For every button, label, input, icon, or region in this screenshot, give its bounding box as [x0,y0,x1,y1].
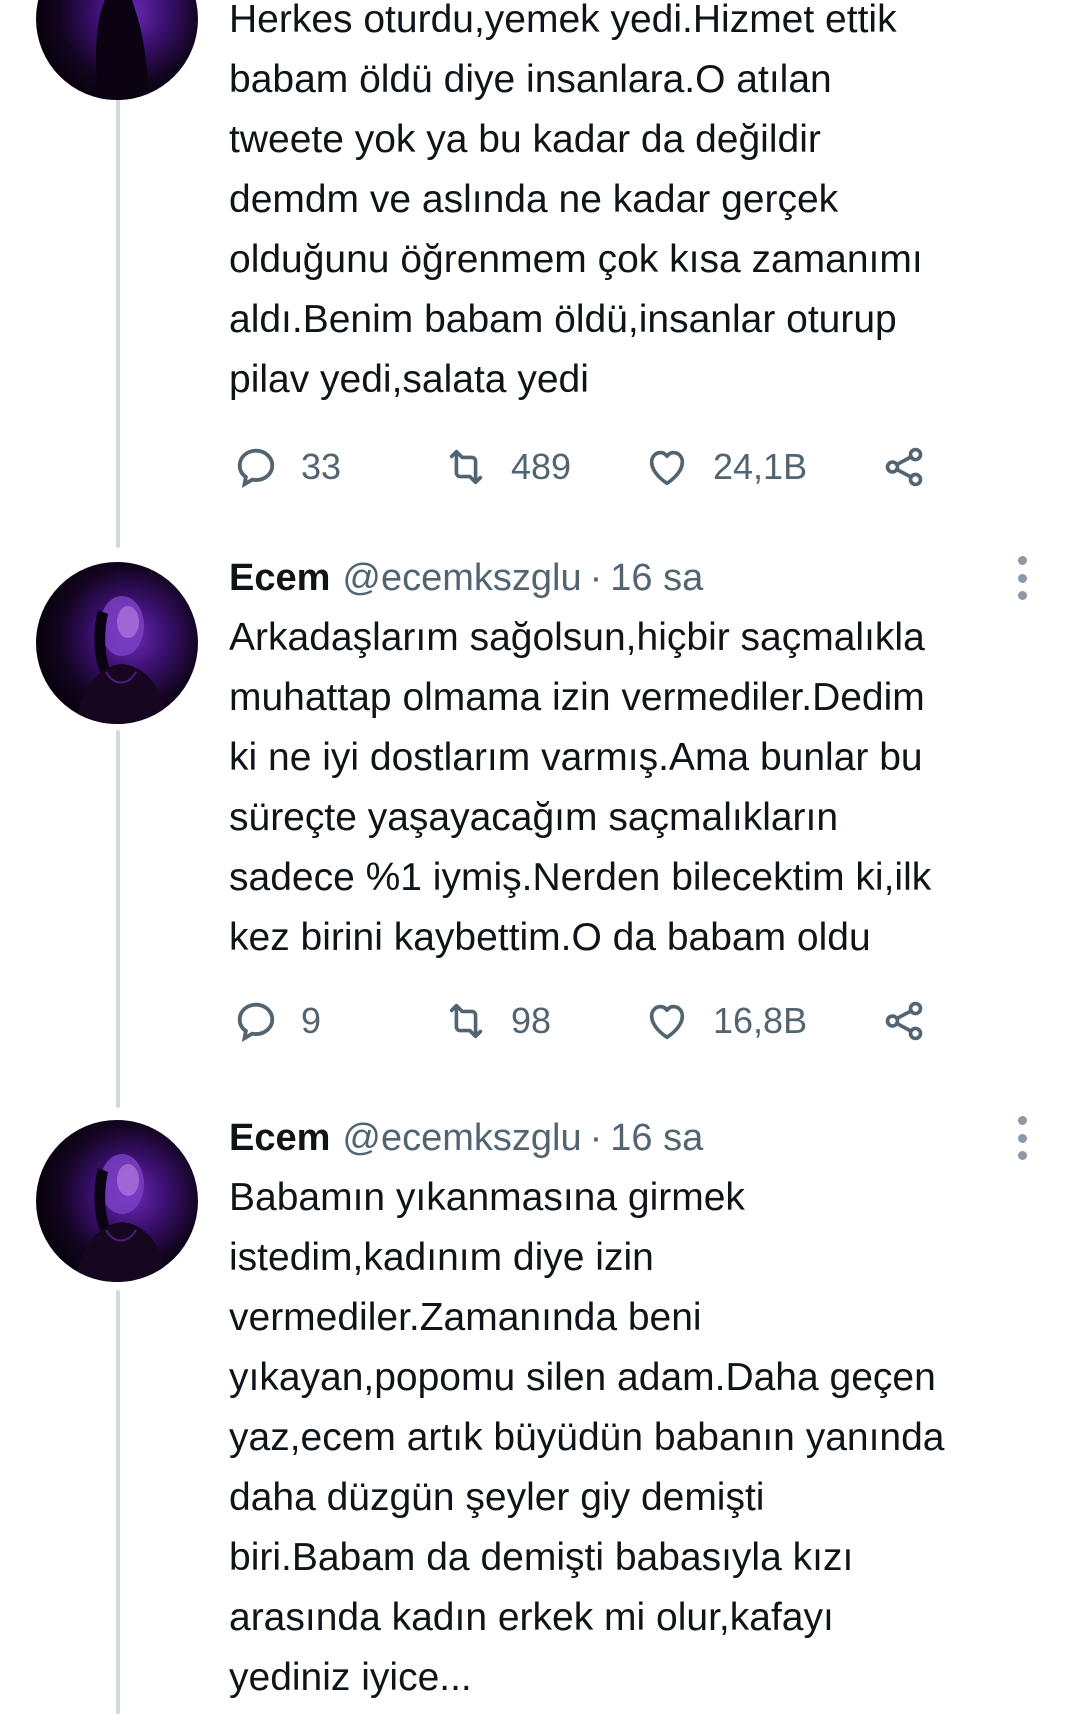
more-vertical-icon[interactable] [1010,556,1034,600]
tweet-actions: 33 489 24,1B [233,440,933,494]
thread-line [116,1290,120,1714]
thread-line [116,98,120,548]
heart-icon [649,450,685,486]
retweet-button[interactable]: 489 [443,440,571,494]
separator-dot: · [589,1116,603,1159]
retweet-count: 98 [511,1000,552,1041]
author-handle[interactable]: @ecemkszglu [342,557,581,600]
timestamp[interactable]: 16 sa [610,557,703,600]
timestamp[interactable]: 16 sa [610,1117,703,1160]
retweet-count: 489 [511,446,572,487]
tweet-actions: 9 98 16,8B [233,994,933,1048]
share-button[interactable] [881,440,927,494]
share-icon [885,447,923,487]
reply-count: 33 [301,446,342,487]
reply-icon [237,448,275,489]
heart-icon [649,1004,685,1040]
tweet-text: Herkes oturdu,yemek yedi.Hizmet ettik ba… [229,0,923,401]
tweet-text: Arkadaşlarım sağolsun,hiçbir saçmalıkla … [229,616,932,959]
avatar[interactable] [36,1120,198,1282]
author-handle[interactable]: @ecemkszglu [342,1117,581,1160]
reply-button[interactable]: 9 [233,994,321,1048]
author-name[interactable]: Ecem [229,1117,330,1160]
separator-dot: · [589,556,603,599]
more-vertical-icon[interactable] [1010,1116,1034,1160]
tweet-header: Ecem @ecemkszglu · 16 sa [229,548,703,608]
retweet-icon [449,1003,483,1039]
share-icon [885,1001,923,1041]
reply-count: 9 [301,1000,322,1041]
like-button[interactable]: 24,1B [643,440,807,494]
tweet-text: Babamın yıkanmasına girmek istedim,kadın… [229,1176,945,1699]
share-button[interactable] [881,994,927,1048]
reply-button[interactable]: 33 [233,440,341,494]
reply-icon [237,1002,275,1043]
like-count: 16,8B [713,1000,808,1041]
like-button[interactable]: 16,8B [643,994,807,1048]
tweet-header: Ecem @ecemkszglu · 16 sa [229,1108,703,1168]
retweet-button[interactable]: 98 [443,994,551,1048]
like-count: 24,1B [713,446,808,487]
avatar[interactable] [36,562,198,724]
avatar[interactable] [36,0,198,100]
thread-line [116,730,120,1108]
retweet-icon [449,449,483,485]
author-name[interactable]: Ecem [229,557,330,600]
